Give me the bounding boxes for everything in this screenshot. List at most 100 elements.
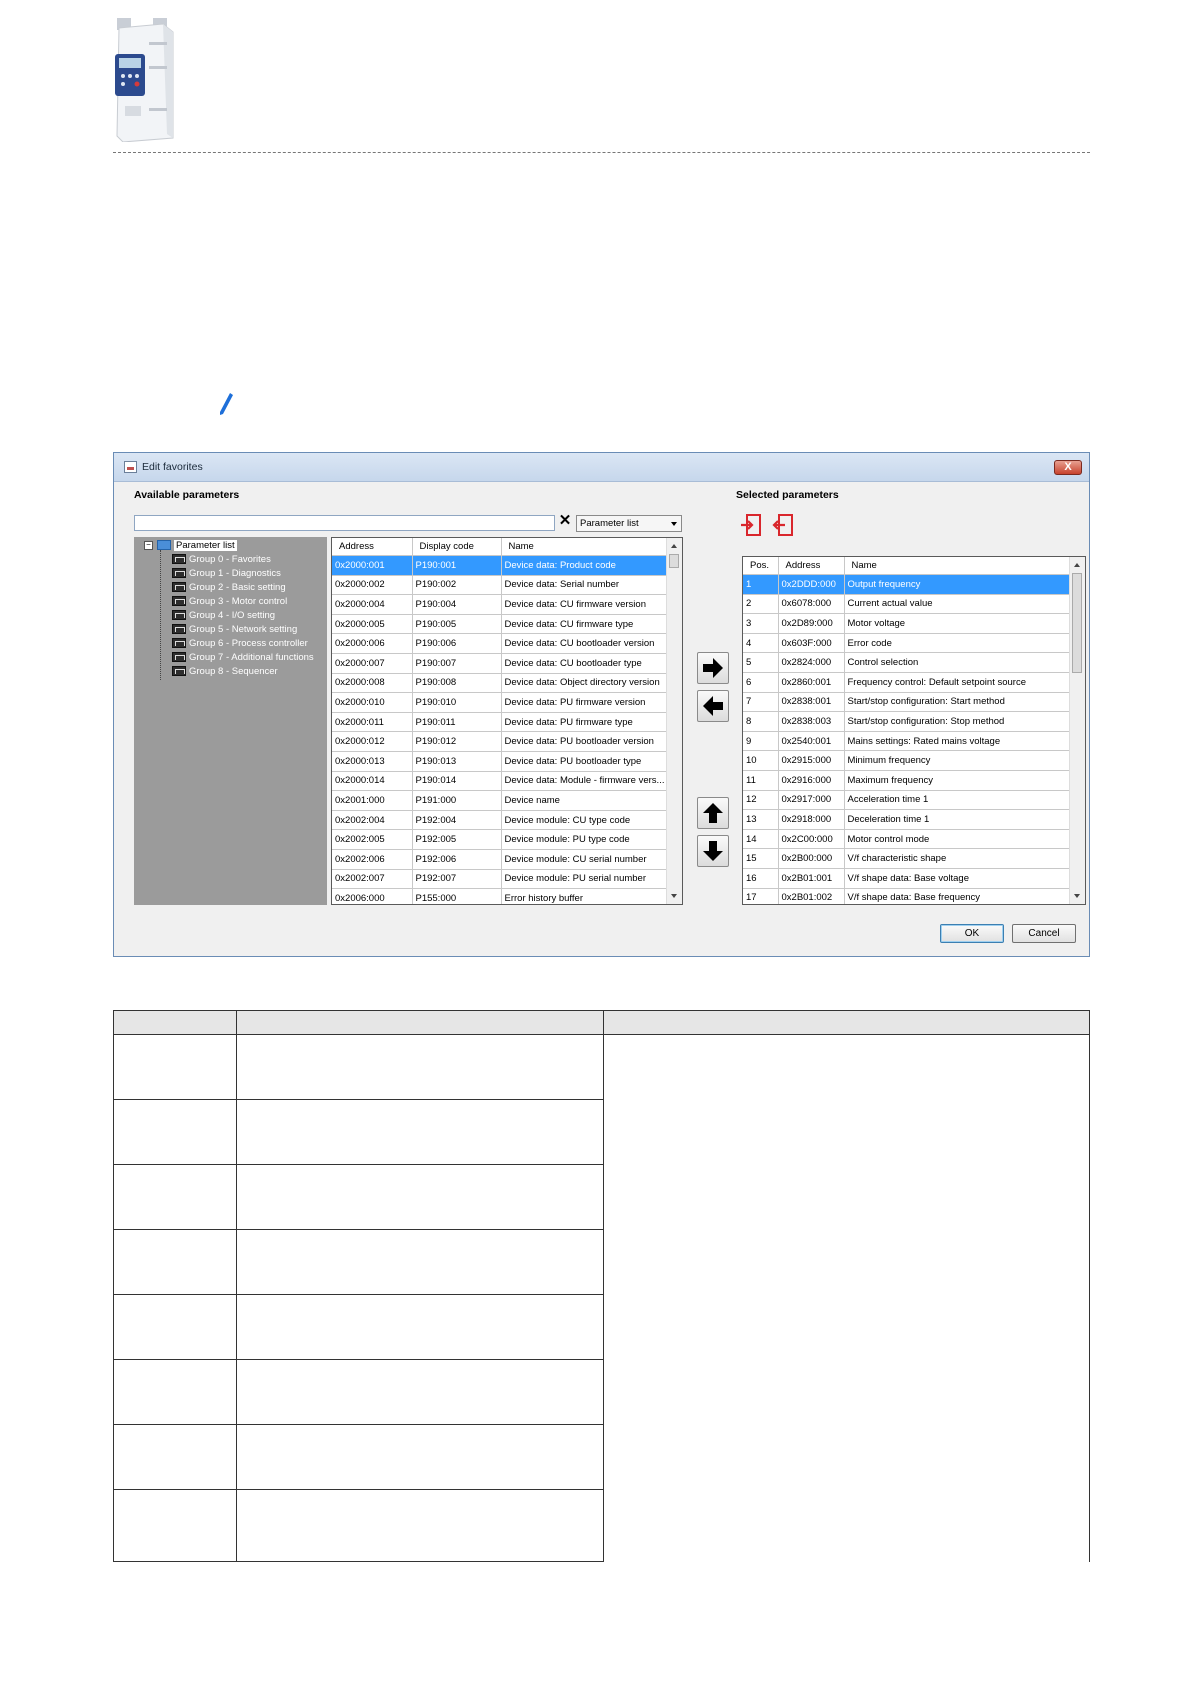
table-row-divider xyxy=(113,1489,604,1490)
table-row[interactable]: 0x2000:013 P190:013 Device data: PU bootlo… xyxy=(332,751,669,772)
move-down-button[interactable] xyxy=(697,835,729,867)
table-row[interactable]: 0x2000:012 P190:012 Device data: PU bootlo… xyxy=(332,731,669,752)
tree-connector xyxy=(160,550,161,680)
scrollbar[interactable] xyxy=(666,538,682,904)
table-row[interactable]: 0x2002:007 P192:007 Device module: PU seri… xyxy=(332,869,669,890)
table-cell: Device data: PU firmware version xyxy=(501,692,669,713)
close-button[interactable]: X xyxy=(1054,460,1082,475)
table-row-divider xyxy=(113,1229,604,1230)
table-row[interactable]: 17 0x2B01:002 V/f shape data: Base frequen… xyxy=(743,888,1072,904)
table-row[interactable]: 9 0x2540:001 Mains settings: Rated mains v… xyxy=(743,731,1072,752)
move-up-button[interactable] xyxy=(697,797,729,829)
table-row-divider xyxy=(113,1099,604,1100)
table-cell: 0x2000:010 xyxy=(332,692,413,713)
table-row[interactable]: 11 0x2916:000 Maximum frequency xyxy=(743,770,1072,791)
table-row[interactable]: 15 0x2B00:000 V/f characteristic shape xyxy=(743,848,1072,869)
parameter-list-dropdown[interactable]: Parameter list xyxy=(576,515,682,532)
table-row[interactable]: 5 0x2824:000 Control selection xyxy=(743,652,1072,673)
table-row[interactable]: 10 0x2915:000 Minimum frequency xyxy=(743,750,1072,771)
scroll-thumb[interactable] xyxy=(1072,573,1082,673)
table-cell: Device data: Serial number xyxy=(501,575,669,596)
table-column-divider xyxy=(236,1010,237,1562)
parameter-tree[interactable]: − Parameter list Group 0 - Favorites Grou… xyxy=(134,537,327,905)
clear-search-icon[interactable]: ✕ xyxy=(557,512,573,530)
table-row[interactable]: 0x2002:006 P192:006 Device module: CU seri… xyxy=(332,849,669,870)
tree-item-group-6[interactable]: Group 6 - Process controller xyxy=(172,637,308,650)
table-row[interactable]: 0x2002:004 P192:004 Device module: CU type… xyxy=(332,810,669,831)
table-row[interactable]: 0x2000:002 P190:002 Device data: Serial nu… xyxy=(332,575,669,596)
table-row[interactable]: 0x2000:006 P190:006 Device data: CU bootlo… xyxy=(332,633,669,654)
tree-item-group-2[interactable]: Group 2 - Basic setting xyxy=(172,581,286,594)
table-row[interactable]: 7 0x2838:001 Start/stop configuration: Sta… xyxy=(743,692,1072,713)
selected-parameters-table[interactable]: Pos. Address Name 1 0x2DDD:000 Output freq… xyxy=(742,556,1086,905)
table-cell: Device data: CU bootloader type xyxy=(501,653,669,674)
table-row[interactable]: 4 0x603F:000 Error code xyxy=(743,633,1072,654)
table-row[interactable]: 8 0x2838:003 Start/stop configuration: Sto… xyxy=(743,711,1072,732)
table-row[interactable]: 6 0x2860:001 Frequency control: Default se… xyxy=(743,672,1072,693)
cancel-button[interactable]: Cancel xyxy=(1012,924,1076,943)
table-cell: Error code xyxy=(844,633,1072,654)
tree-item-group-8[interactable]: Group 8 - Sequencer xyxy=(172,665,278,678)
tree-item-group-3[interactable]: Group 3 - Motor control xyxy=(172,595,287,608)
edit-favorites-dialog: Edit favorites X Available parameters Se… xyxy=(113,452,1090,957)
table-cell: Error history buffer xyxy=(501,888,669,904)
scroll-up-icon[interactable] xyxy=(671,544,677,548)
table-row[interactable]: 0x2001:000 P191:000 Device name xyxy=(332,790,669,811)
ok-button[interactable]: OK xyxy=(940,924,1004,943)
collapse-icon[interactable]: − xyxy=(144,540,153,550)
column-header-pos[interactable]: Pos. xyxy=(743,557,779,575)
table-cell: 12 xyxy=(743,790,779,811)
export-icon[interactable] xyxy=(771,512,795,538)
table-row[interactable]: 0x2002:005 P192:005 Device module: PU type… xyxy=(332,829,669,850)
column-header-address[interactable]: Address xyxy=(778,557,845,575)
table-row[interactable]: 0x2000:005 P190:005 Device data: CU firmwa… xyxy=(332,614,669,635)
table-row[interactable]: 0x2000:001 P190:001 Device data: Product c… xyxy=(332,555,669,576)
column-header-name[interactable]: Name xyxy=(844,557,1072,575)
tree-item-group-1[interactable]: Group 1 - Diagnostics xyxy=(172,567,281,580)
table-cell: P190:001 xyxy=(412,555,502,576)
available-parameters-table[interactable]: Address Display code Name 0x2000:001 P190… xyxy=(331,537,683,905)
tree-item-group-5[interactable]: Group 5 - Network setting xyxy=(172,623,297,636)
table-row[interactable]: 0x2000:004 P190:004 Device data: CU firmwa… xyxy=(332,594,669,615)
table-row[interactable]: 16 0x2B01:001 V/f shape data: Base voltage xyxy=(743,868,1072,889)
table-row[interactable]: 14 0x2C00:000 Motor control mode xyxy=(743,829,1072,850)
scroll-down-icon[interactable] xyxy=(1074,894,1080,898)
table-cell: 0x2002:006 xyxy=(332,849,413,870)
table-cell: 0x2000:013 xyxy=(332,751,413,772)
search-input[interactable] xyxy=(134,515,555,531)
scroll-thumb[interactable] xyxy=(669,554,679,568)
scroll-down-icon[interactable] xyxy=(671,894,677,898)
table-row[interactable]: 0x2000:007 P190:007 Device data: CU bootlo… xyxy=(332,653,669,674)
table-cell: 0x2838:001 xyxy=(778,692,845,713)
table-row[interactable]: 0x2000:008 P190:008 Device data: Object di… xyxy=(332,673,669,694)
table-row[interactable]: 0x2000:014 P190:014 Device data: Module - … xyxy=(332,771,669,792)
table-row[interactable]: 12 0x2917:000 Acceleration time 1 xyxy=(743,790,1072,811)
dropdown-value: Parameter list xyxy=(580,518,639,529)
table-row[interactable]: 1 0x2DDD:000 Output frequency xyxy=(743,574,1072,595)
table-row[interactable]: 3 0x2D89:000 Motor voltage xyxy=(743,613,1072,634)
table-row[interactable]: 13 0x2918:000 Deceleration time 1 xyxy=(743,809,1072,830)
table-row[interactable]: 0x2000:010 P190:010 Device data: PU firmwa… xyxy=(332,692,669,713)
table-cell: Device data: CU bootloader version xyxy=(501,633,669,654)
scroll-up-icon[interactable] xyxy=(1074,563,1080,567)
column-header-address[interactable]: Address xyxy=(332,538,413,556)
remove-button[interactable] xyxy=(697,690,729,722)
table-cell: 2 xyxy=(743,594,779,615)
import-icon[interactable] xyxy=(739,512,763,538)
table-row[interactable]: 0x2000:011 P190:011 Device data: PU firmwa… xyxy=(332,712,669,733)
column-header-name[interactable]: Name xyxy=(501,538,669,556)
table-cell: P190:007 xyxy=(412,653,502,674)
table-row[interactable]: 0x2006:000 P155:000 Error history buffer xyxy=(332,888,669,904)
tree-item-group-0[interactable]: Group 0 - Favorites xyxy=(172,553,271,566)
table-cell: 8 xyxy=(743,711,779,732)
tree-item-group-4[interactable]: Group 4 - I/O setting xyxy=(172,609,275,622)
column-header-display-code[interactable]: Display code xyxy=(412,538,502,556)
arrow-down-icon xyxy=(703,841,723,861)
add-button[interactable] xyxy=(697,652,729,684)
table-row[interactable]: 2 0x6078:000 Current actual value xyxy=(743,594,1072,615)
tree-item-group-7[interactable]: Group 7 - Additional functions xyxy=(172,651,314,664)
tree-root[interactable]: − Parameter list xyxy=(144,540,237,553)
table-cell: P190:004 xyxy=(412,594,502,615)
scrollbar[interactable] xyxy=(1069,557,1085,904)
table-cell: 0x2D89:000 xyxy=(778,613,845,634)
